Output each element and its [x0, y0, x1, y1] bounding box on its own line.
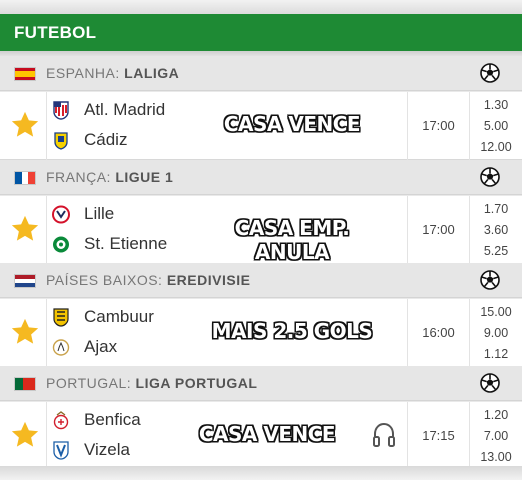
star-icon[interactable]: [10, 214, 40, 244]
match-time: 17:15: [407, 402, 470, 470]
odds-draw[interactable]: 7.00: [484, 429, 508, 443]
vizela-crest-icon: [52, 440, 70, 460]
portugal-flag-icon: [14, 377, 36, 391]
star-icon[interactable]: [10, 420, 40, 450]
odds-away[interactable]: 5.25: [484, 244, 508, 258]
league-header-eredivisie[interactable]: PAÍSES BAIXOS: EREDIVISIE: [0, 263, 522, 298]
match-row-lille-st-etienne[interactable]: Lille St. Etienne CASA EMP. ANULA 17:00 …: [0, 196, 522, 264]
away-team-name: St. Etienne: [84, 234, 168, 253]
status-strip: [0, 0, 522, 14]
odds-away[interactable]: 13.00: [480, 450, 511, 464]
odds-draw[interactable]: 5.00: [484, 119, 508, 133]
league-title: PORTUGAL: LIGA PORTUGAL: [46, 366, 257, 401]
home-team: Atl. Madrid: [52, 95, 165, 125]
star-icon[interactable]: [10, 317, 40, 347]
odds-away[interactable]: 12.00: [480, 140, 511, 154]
league-header-liga-portugal[interactable]: PORTUGAL: LIGA PORTUGAL: [0, 366, 522, 401]
favorite-cell[interactable]: [0, 196, 47, 264]
cadiz-crest-icon: [52, 130, 70, 150]
home-team-name: Cambuur: [84, 307, 154, 326]
odds-column[interactable]: 15.00 9.00 1.12: [470, 299, 522, 367]
league-country: FRANÇA:: [46, 169, 111, 185]
match-time: 16:00: [407, 299, 470, 367]
home-team-name: Lille: [84, 204, 115, 223]
spain-flag-icon: [14, 67, 36, 81]
odds-home[interactable]: 1.70: [484, 202, 508, 216]
bottom-shadow: [0, 466, 522, 480]
favorite-cell[interactable]: [0, 92, 47, 160]
odds-home[interactable]: 1.30: [484, 98, 508, 112]
away-team-name: Cádiz: [84, 130, 128, 149]
league-name: LIGUE 1: [115, 169, 174, 185]
star-icon[interactable]: [10, 110, 40, 140]
odds-home[interactable]: 15.00: [480, 305, 511, 319]
france-flag-icon: [14, 171, 36, 185]
soccer-ball-icon[interactable]: [480, 63, 500, 83]
league-name: EREDIVISIE: [166, 272, 251, 288]
soccer-ball-icon[interactable]: [480, 270, 500, 290]
odds-column[interactable]: 1.30 5.00 12.00: [470, 92, 522, 160]
benfica-crest-icon: [52, 410, 70, 430]
match-time: 17:00: [407, 196, 470, 264]
netherlands-flag-icon: [14, 274, 36, 288]
sport-header: FUTEBOL: [0, 14, 522, 51]
headphones-icon[interactable]: [372, 422, 396, 448]
league-header-laliga[interactable]: ESPANHA: LALIGA: [0, 56, 522, 91]
odds-away[interactable]: 1.12: [484, 347, 508, 361]
league-title: PAÍSES BAIXOS: EREDIVISIE: [46, 263, 250, 298]
match-row-benfica-vizela[interactable]: Benfica Vizela CASA VENCE 17:15 1.20 7.0…: [0, 402, 522, 470]
odds-column[interactable]: 1.20 7.00 13.00: [470, 402, 522, 470]
away-team: Vizela: [52, 435, 130, 465]
away-team-name: Vizela: [84, 440, 130, 459]
odds-draw[interactable]: 9.00: [484, 326, 508, 340]
league-country: ESPANHA:: [46, 65, 120, 81]
league-title: ESPANHA: LALIGA: [46, 56, 179, 91]
match-time: 17:00: [407, 92, 470, 160]
betting-tip-overlay: MAIS 2.5 GOLS: [211, 319, 373, 343]
ajax-crest-icon: [52, 337, 70, 357]
league-header-ligue-1[interactable]: FRANÇA: LIGUE 1: [0, 160, 522, 195]
cambuur-crest-icon: [52, 307, 70, 327]
home-team: Cambuur: [52, 302, 154, 332]
home-team-name: Benfica: [84, 410, 141, 429]
betting-tip-overlay: CASA EMP. ANULA: [234, 216, 350, 264]
away-team-name: Ajax: [84, 337, 118, 356]
odds-home[interactable]: 1.20: [484, 408, 508, 422]
league-name: LIGA PORTUGAL: [135, 375, 258, 391]
odds-draw[interactable]: 3.60: [484, 223, 508, 237]
match-row-atl-madrid-cadiz[interactable]: Atl. Madrid Cádiz CASA VENCE 17:00 1.30 …: [0, 92, 522, 160]
betting-tip-overlay: CASA VENCE: [198, 422, 336, 446]
lille-crest-icon: [52, 204, 70, 224]
league-country: PAÍSES BAIXOS:: [46, 272, 163, 288]
home-team-name: Atl. Madrid: [84, 100, 166, 119]
atletico-madrid-crest-icon: [52, 100, 70, 120]
soccer-ball-icon[interactable]: [480, 167, 500, 187]
away-team: St. Etienne: [52, 229, 167, 259]
league-title: FRANÇA: LIGUE 1: [46, 160, 173, 195]
soccer-ball-icon[interactable]: [480, 373, 500, 393]
st-etienne-crest-icon: [52, 234, 70, 254]
match-row-cambuur-ajax[interactable]: Cambuur Ajax MAIS 2.5 GOLS 16:00 15.00 9…: [0, 299, 522, 367]
home-team: Lille: [52, 199, 114, 229]
favorite-cell[interactable]: [0, 299, 47, 367]
favorite-cell[interactable]: [0, 402, 47, 470]
league-country: PORTUGAL:: [46, 375, 132, 391]
league-name: LALIGA: [124, 65, 180, 81]
betting-tip-overlay: CASA VENCE: [223, 112, 361, 136]
away-team: Ajax: [52, 332, 117, 362]
home-team: Benfica: [52, 405, 141, 435]
odds-column[interactable]: 1.70 3.60 5.25: [470, 196, 522, 264]
away-team: Cádiz: [52, 125, 127, 155]
